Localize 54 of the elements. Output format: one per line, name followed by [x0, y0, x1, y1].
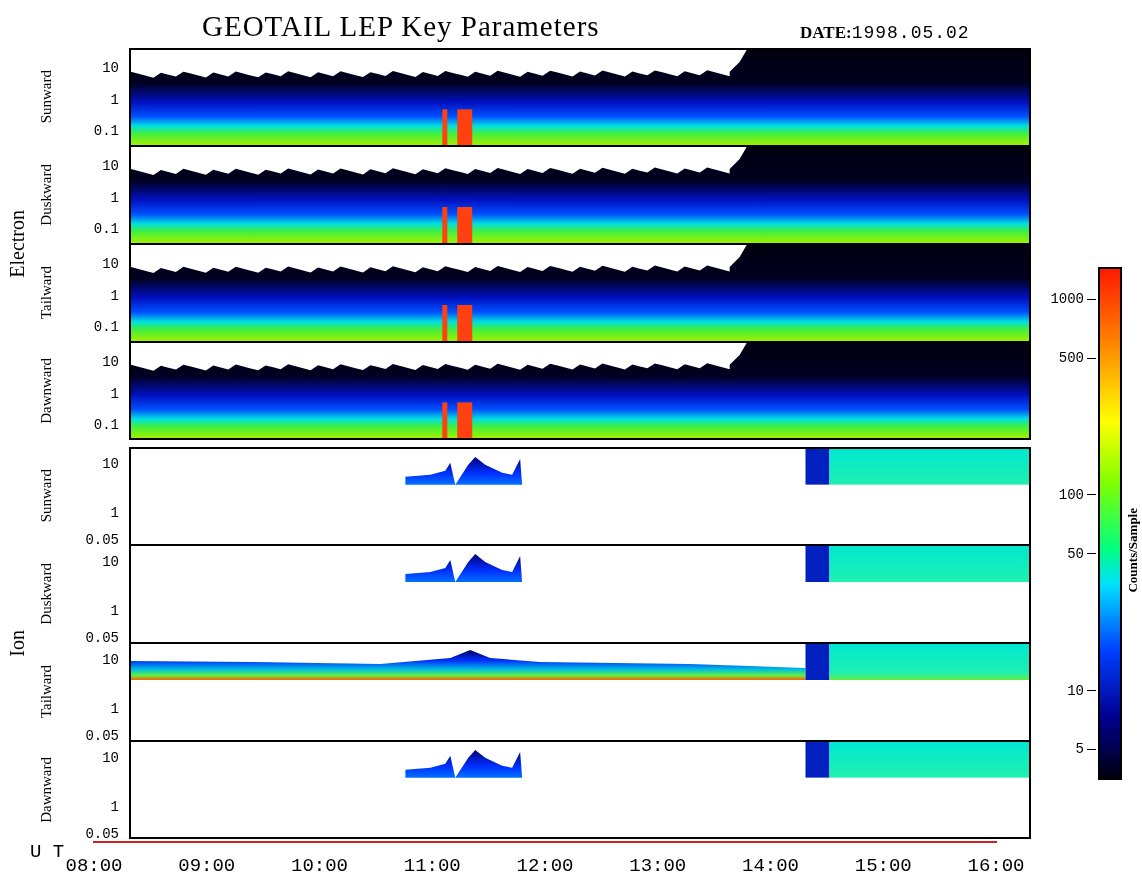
date-label: DATE: [800, 22, 852, 44]
axis-tick-label: 12:00 [515, 855, 575, 877]
date-value: 1998.05.02 [851, 22, 970, 45]
axis-tick-label: 10 [102, 751, 119, 765]
axis-title: U T [29, 841, 66, 863]
axis-tick-label: 1 [110, 387, 119, 401]
color-scale-label: 500 [1058, 351, 1084, 366]
axis-tick-label: 1 [110, 506, 119, 520]
direction-label: Duskward [37, 164, 55, 226]
direction-label: Dawnward [37, 358, 55, 424]
color-scale-label: 1000 [1050, 292, 1084, 307]
axis-tick-label: 10 [102, 257, 119, 271]
axis-tick-label: 0.05 [85, 631, 119, 645]
axis-tick-label: 0.1 [93, 222, 119, 236]
color-scale-label: 5 [1075, 742, 1084, 757]
direction-label: Tailward [37, 665, 55, 719]
group-label: Ion [5, 629, 29, 657]
axis-tick-label: 1 [110, 702, 119, 716]
axis-tick-label: 0.05 [85, 533, 119, 547]
color-scale-label: 50 [1067, 546, 1084, 561]
color-scale-title: Counts/Sample [1125, 508, 1141, 593]
color-scale-label: 100 [1058, 487, 1084, 502]
axis-tick-label: 1 [110, 191, 119, 205]
group-label: Electron [5, 210, 29, 278]
axis-tick-label: 10 [102, 457, 119, 471]
axis-tick-label: 0.1 [93, 320, 119, 334]
axis-tick-label: 1 [110, 93, 119, 107]
axis-tick-label: 1 [110, 289, 119, 303]
direction-label: Sunward [37, 469, 55, 523]
axis-tick-label: 10 [102, 555, 119, 569]
axis-tick-label: 13:00 [628, 855, 688, 877]
axis-tick-label: 11:00 [402, 855, 462, 877]
axis-tick-label: 0.1 [93, 124, 119, 138]
axis-tick-label: 09:00 [177, 855, 237, 877]
direction-label: Sunward [37, 70, 55, 124]
axis-tick-label: 16:00 [966, 855, 1026, 877]
axis-tick-label: 10:00 [290, 855, 349, 877]
chart-title: GEOTAIL LEP Key Parameters [202, 9, 601, 44]
axis-tick-label: 0.1 [93, 418, 119, 432]
direction-label: Duskward [37, 563, 55, 625]
color-scale-label: 10 [1067, 683, 1084, 698]
axis-tick-label: 10 [102, 653, 119, 667]
direction-label: Tailward [37, 266, 55, 320]
axis-tick-label: 10 [102, 159, 119, 173]
axis-tick-label: 08:00 [64, 855, 124, 877]
axis-tick-label: 10 [102, 355, 119, 369]
direction-label: Dawnward [37, 757, 55, 823]
axis-tick-label: 10 [102, 61, 119, 75]
axis-tick-label: 0.05 [85, 729, 119, 743]
axis-tick-label: 0.05 [85, 827, 119, 841]
axis-tick-label: 15:00 [853, 855, 913, 877]
axis-tick-label: 1 [110, 604, 119, 618]
axis-tick-label: 14:00 [741, 855, 800, 877]
axis-tick-label: 1 [110, 800, 119, 814]
